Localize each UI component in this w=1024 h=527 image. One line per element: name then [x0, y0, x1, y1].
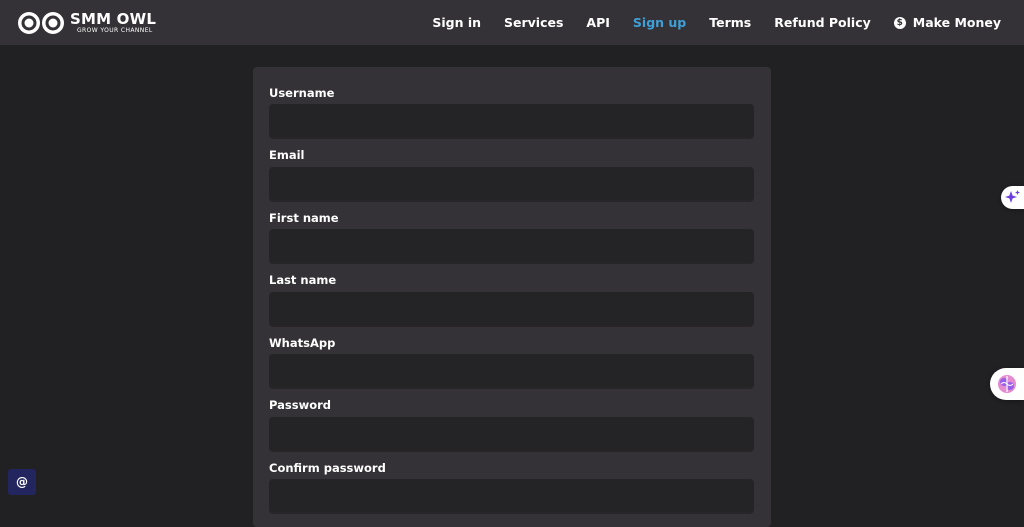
- email-at-icon: @: [16, 475, 28, 489]
- whatsapp-label: WhatsApp: [269, 336, 336, 350]
- brand-logo[interactable]: SMM OWL GROW YOUR CHANNEL: [17, 9, 167, 37]
- nav-services[interactable]: Services: [504, 15, 563, 30]
- password-input[interactable]: [269, 417, 754, 450]
- nav-make-money[interactable]: $ Make Money: [893, 15, 1001, 30]
- last-name-input[interactable]: [269, 292, 754, 325]
- first-name-input[interactable]: [269, 229, 754, 262]
- nav-sign-in[interactable]: Sign in: [432, 15, 481, 30]
- confirm-password-input[interactable]: [269, 479, 754, 512]
- username-label: Username: [269, 86, 335, 100]
- nav-make-money-label: Make Money: [912, 15, 1001, 30]
- top-navbar: SMM OWL GROW YOUR CHANNEL Sign in Servic…: [0, 0, 1024, 45]
- email-label: Email: [269, 148, 305, 162]
- nav-sign-up[interactable]: Sign up: [633, 15, 686, 30]
- brain-icon: [998, 375, 1016, 393]
- nav-terms[interactable]: Terms: [709, 15, 751, 30]
- dollar-icon: $: [893, 16, 906, 29]
- ai-assistant-widget[interactable]: [1001, 186, 1024, 209]
- username-input[interactable]: [269, 104, 754, 137]
- email-input[interactable]: [269, 167, 754, 200]
- confirm-password-label: Confirm password: [269, 461, 386, 475]
- sparkle-icon: [1005, 190, 1020, 203]
- nav-api[interactable]: API: [586, 15, 610, 30]
- password-label: Password: [269, 398, 331, 412]
- first-name-label: First name: [269, 211, 339, 225]
- brand-name: SMM OWL: [70, 10, 157, 28]
- last-name-label: Last name: [269, 273, 337, 287]
- brand-tagline: GROW YOUR CHANNEL: [77, 27, 153, 34]
- owl-eyes-icon: [18, 12, 64, 34]
- signup-form: Username Email First name Last name What…: [253, 67, 771, 527]
- brain-widget[interactable]: [990, 368, 1024, 400]
- nav-refund-policy[interactable]: Refund Policy: [774, 15, 871, 30]
- email-contact-widget[interactable]: @: [8, 469, 36, 495]
- whatsapp-input[interactable]: [269, 354, 754, 387]
- nav-menu: Sign in Services API Sign up Terms Refun…: [432, 0, 1001, 45]
